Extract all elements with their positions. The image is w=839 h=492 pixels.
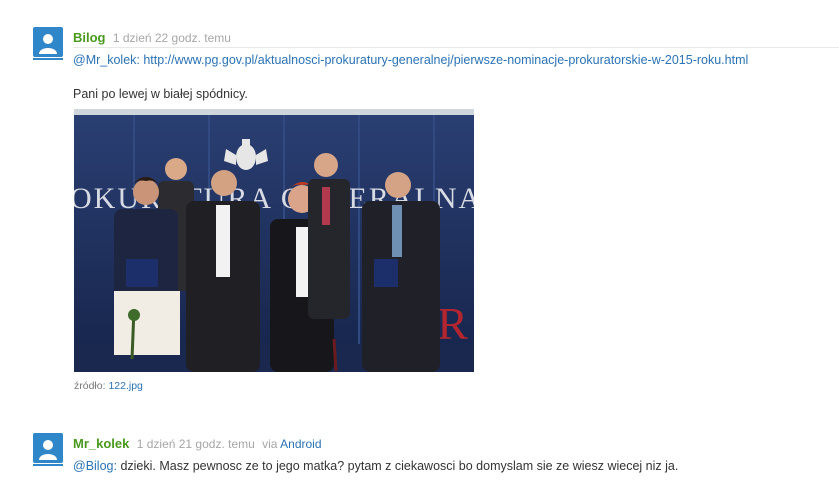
source-file-link[interactable]: 122.jpg (108, 380, 142, 392)
author-link[interactable]: Bilog (73, 30, 106, 45)
source-label: źródło: (74, 380, 106, 392)
comment-meta: Bilog 1 dzień 22 godz. temu (73, 30, 231, 45)
photo-image: OKURATURA GENERALNA UR (74, 109, 474, 372)
avatar[interactable] (33, 27, 63, 57)
attached-photo[interactable]: OKURATURA GENERALNA UR (74, 109, 474, 372)
url-link[interactable]: http://www.pg.gov.pl/aktualnosci-prokura… (143, 53, 748, 67)
default-user-icon (39, 440, 57, 460)
comment-divider (73, 47, 839, 48)
comment-text: dzieki. Masz pewnosc ze to jego matka? p… (120, 459, 679, 473)
author-link[interactable]: Mr_kolek (73, 436, 129, 451)
comment-text: Pani po lewej w białej spódnicy. (73, 87, 248, 101)
comment-body-line-1: @Mr_kolek: http://www.pg.gov.pl/aktualno… (73, 53, 748, 67)
image-source: źródło: 122.jpg (74, 380, 143, 392)
timestamp[interactable]: 1 dzień 22 godz. temu (113, 31, 231, 45)
mention-link[interactable]: @Bilog: (73, 459, 117, 473)
avatar-underline (33, 58, 63, 60)
comment-body: @Bilog: dzieki. Masz pewnosc ze to jego … (73, 459, 678, 473)
comment-meta: Mr_kolek 1 dzień 21 godz. temu via Andro… (73, 436, 322, 451)
mention-link[interactable]: @Mr_kolek: (73, 53, 140, 67)
default-user-icon (39, 34, 57, 54)
timestamp[interactable]: 1 dzień 21 godz. temu (137, 437, 255, 451)
avatar[interactable] (33, 433, 63, 463)
via-label: via (262, 437, 278, 451)
via-client-link[interactable]: Android (280, 437, 321, 451)
avatar-underline (33, 464, 63, 466)
